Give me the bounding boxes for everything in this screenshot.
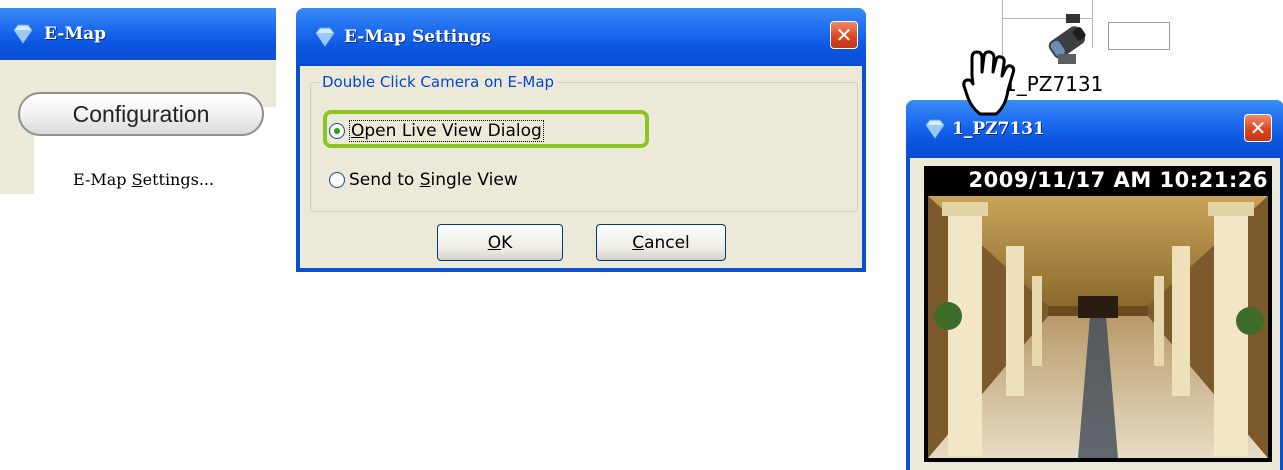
menu-item-suffix: ettings... xyxy=(142,170,215,189)
cancel-rest: ancel xyxy=(644,232,690,253)
label-rest: pen Live View Dialog xyxy=(364,121,542,141)
diamond-icon xyxy=(315,27,335,47)
lobby-scene-image xyxy=(928,196,1268,458)
hotel-lobby-video-frame xyxy=(928,196,1268,458)
radio-send-single-label: Send to Single View xyxy=(349,170,518,190)
settings-body: Double Click Camera on E-Map Open Live V… xyxy=(300,66,862,268)
cancel-mnemonic: C xyxy=(632,232,645,253)
live-view-dialog: 1_PZ7131 ✕ 2009/11/17 AM 10:21:26 xyxy=(906,100,1283,470)
ok-mnemonic: O xyxy=(487,232,502,253)
configuration-button[interactable]: Configuration xyxy=(18,92,264,136)
settings-title-bar[interactable]: E-Map Settings ✕ xyxy=(296,8,866,66)
diamond-icon xyxy=(13,24,33,44)
emap-title: E-Map xyxy=(44,24,107,44)
label-prefix: Send to xyxy=(349,170,420,190)
live-body: 2009/11/17 AM 10:21:26 xyxy=(910,158,1280,470)
close-icon[interactable]: ✕ xyxy=(830,21,858,49)
ok-rest: K xyxy=(501,232,513,253)
hand-cursor-icon xyxy=(962,50,1016,116)
radio-checked-icon[interactable] xyxy=(329,123,345,139)
radio-open-live-label: Open Live View Dialog xyxy=(349,120,544,142)
groupbox-label: Double Click Camera on E-Map xyxy=(319,73,558,91)
menu-item-prefix: E-Map xyxy=(73,170,132,189)
settings-title: E-Map Settings xyxy=(344,27,492,47)
radio-send-single-view[interactable]: Send to Single View xyxy=(329,170,518,190)
video-timestamp: 2009/11/17 AM 10:21:26 xyxy=(968,168,1268,192)
emap-settings-dialog: E-Map Settings ✕ Double Click Camera on … xyxy=(296,8,866,272)
ptz-camera-icon[interactable] xyxy=(1042,14,1094,68)
close-icon[interactable]: ✕ xyxy=(1244,114,1272,142)
double-click-groupbox: Double Click Camera on E-Map Open Live V… xyxy=(310,73,858,212)
ok-button[interactable]: OK xyxy=(437,224,563,261)
emap-panel: E-Map Configuration E-Map Settings... xyxy=(0,8,276,194)
map-room-box xyxy=(1108,22,1170,50)
radio-unchecked-icon[interactable] xyxy=(329,172,345,188)
mnemonic: O xyxy=(351,121,365,141)
label-rest: ingle View xyxy=(430,170,518,190)
cancel-button[interactable]: Cancel xyxy=(596,224,726,261)
mnemonic: S xyxy=(419,170,431,190)
radio-open-live-view[interactable]: Open Live View Dialog xyxy=(329,120,544,142)
emap-settings-menu-item[interactable]: E-Map Settings... xyxy=(73,170,214,189)
video-frame: 2009/11/17 AM 10:21:26 xyxy=(924,166,1272,462)
live-title: 1_PZ7131 xyxy=(952,119,1045,139)
menu-item-mnemonic: S xyxy=(131,170,143,189)
emap-title-bar: E-Map xyxy=(0,8,276,60)
diamond-icon xyxy=(925,119,945,139)
